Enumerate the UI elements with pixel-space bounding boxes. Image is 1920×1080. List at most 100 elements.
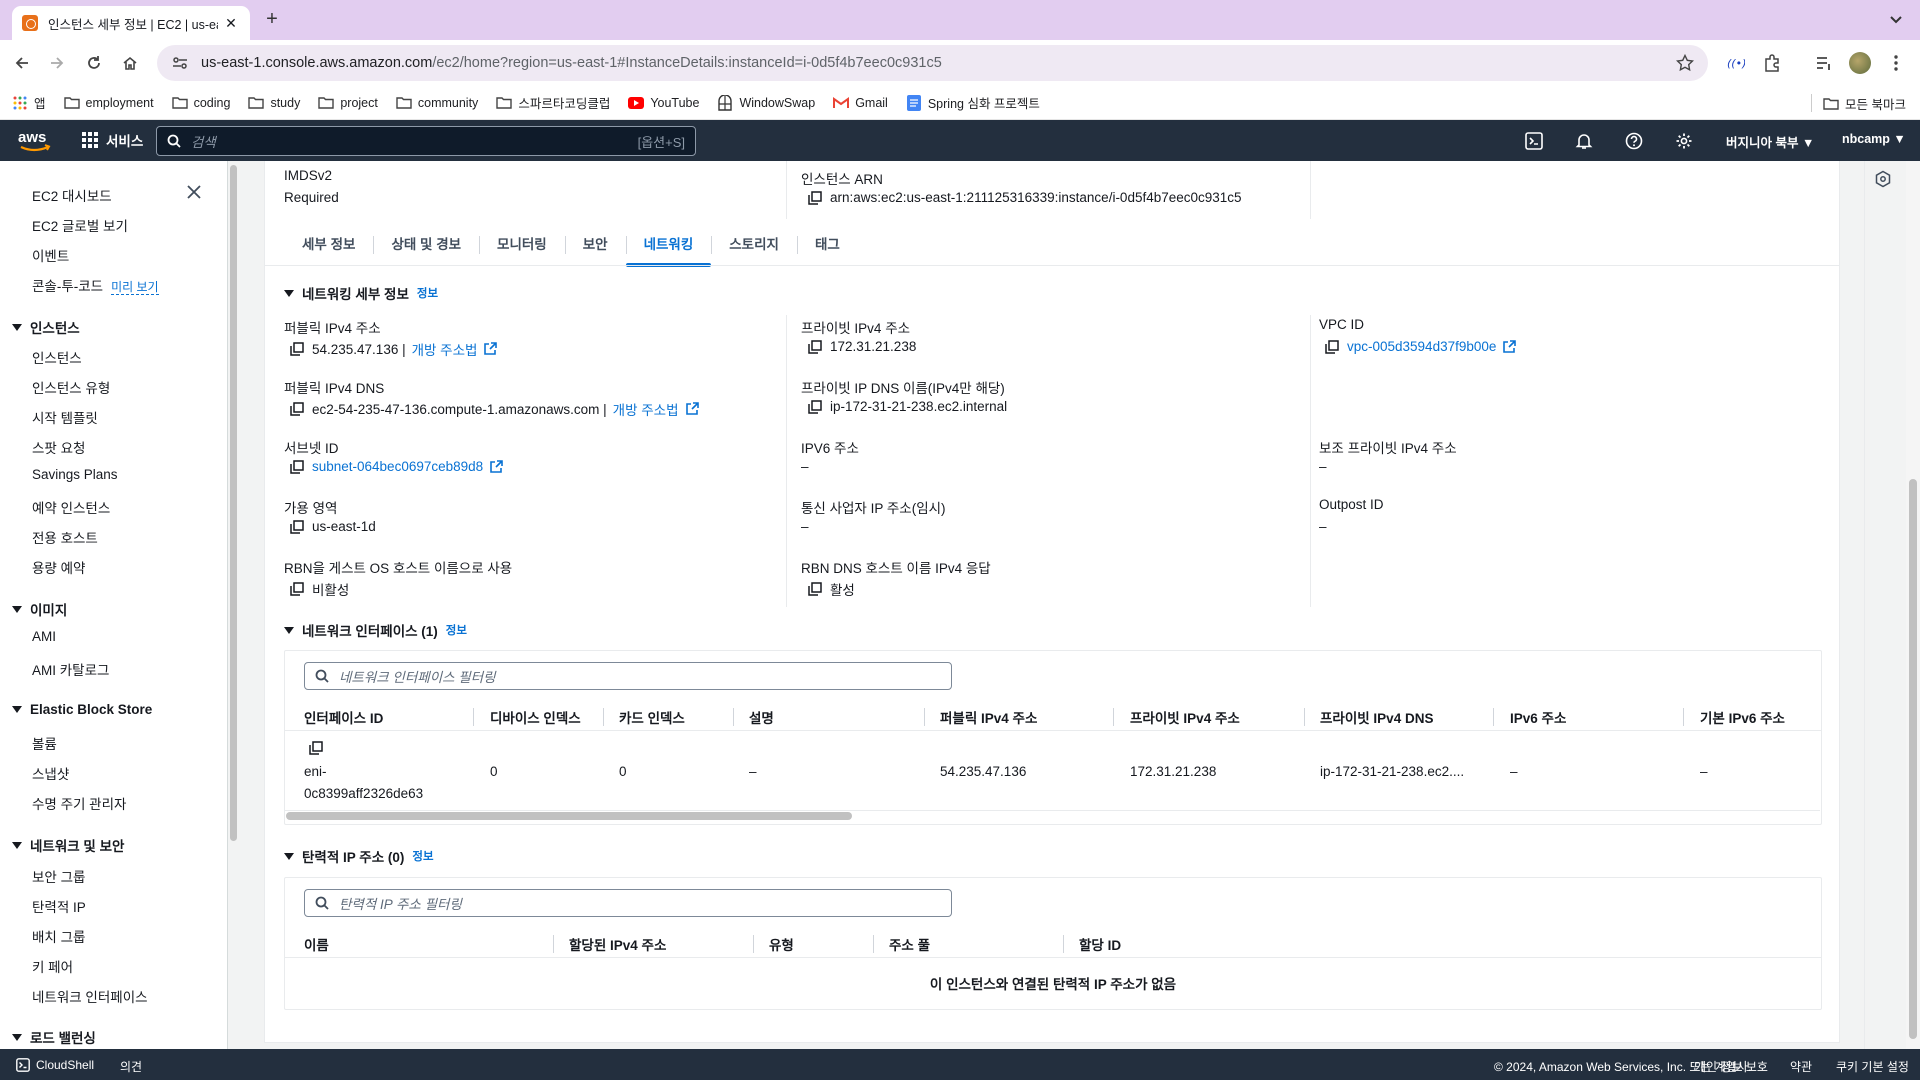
open-address-link[interactable]: 개방 주소법 xyxy=(412,339,478,359)
column-resizer[interactable] xyxy=(1113,708,1114,726)
copy-icon[interactable] xyxy=(290,459,304,474)
page-scrollbar[interactable] xyxy=(1906,161,1920,1049)
column-resizer[interactable] xyxy=(1493,708,1494,726)
browser-menu-icon[interactable] xyxy=(1884,51,1908,75)
bookmark-community[interactable]: community xyxy=(396,95,478,111)
services-button[interactable]: 서비스 xyxy=(82,130,143,150)
cloudshell-button[interactable]: CloudShell xyxy=(16,1058,94,1072)
sidebar-item-ec2-dashboard[interactable]: EC2 대시보드 xyxy=(32,185,112,205)
elastic-ips-header[interactable]: 탄력적 IP 주소 (0) 정보 xyxy=(284,846,434,866)
sidebar-item-savings-plans[interactable]: Savings Plans xyxy=(32,467,118,482)
sidebar-item-instance-types[interactable]: 인스턴스 유형 xyxy=(32,377,110,397)
column-header-description[interactable]: 설명 xyxy=(749,707,774,727)
tab-storage[interactable]: 스토리지 xyxy=(711,225,797,265)
column-header-card-index[interactable]: 카드 인덱스 xyxy=(619,707,685,727)
bookmark-employment[interactable]: employment xyxy=(63,95,154,111)
sidebar-item-spot-requests[interactable]: 스팟 요청 xyxy=(32,437,85,457)
copy-icon[interactable] xyxy=(808,399,822,414)
bookmark-star-icon[interactable] xyxy=(1676,54,1694,72)
sidebar-item-volumes[interactable]: 볼륨 xyxy=(32,733,57,753)
info-link[interactable]: 정보 xyxy=(417,285,438,301)
copy-icon[interactable] xyxy=(808,582,822,596)
tab-security[interactable]: 보안 xyxy=(564,225,626,265)
extensions-puzzle-icon[interactable] xyxy=(1760,51,1784,75)
cloudshell-icon[interactable] xyxy=(1524,131,1544,151)
tab-details[interactable]: 세부 정보 xyxy=(284,225,373,265)
bookmark-windowswap[interactable]: WindowSwap xyxy=(717,94,815,111)
terms-link[interactable]: 약관 xyxy=(1790,1058,1812,1075)
info-link[interactable]: 정보 xyxy=(412,848,433,864)
sidebar-item-ec2-global-view[interactable]: EC2 글로벌 보기 xyxy=(32,215,128,235)
sidebar-item-ami-catalog[interactable]: AMI 카탈로그 xyxy=(32,659,109,679)
column-resizer[interactable] xyxy=(733,708,734,726)
profile-avatar[interactable] xyxy=(1848,51,1872,75)
back-icon[interactable] xyxy=(10,51,34,75)
sidebar-item-security-groups[interactable]: 보안 그룹 xyxy=(32,866,85,886)
external-link-icon[interactable] xyxy=(489,459,503,474)
sidebar-item-network-interfaces[interactable]: 네트워크 인터페이스 xyxy=(32,986,148,1006)
sidebar-item-placement-groups[interactable]: 배치 그룹 xyxy=(32,926,85,946)
sidebar-item-dedicated-hosts[interactable]: 전용 호스트 xyxy=(32,527,98,547)
column-resizer[interactable] xyxy=(473,708,474,726)
column-resizer[interactable] xyxy=(873,935,874,953)
bookmark-study[interactable]: study xyxy=(248,95,300,111)
sidebar-group-ebs[interactable]: Elastic Block Store xyxy=(12,702,152,717)
network-interface-filter-input[interactable]: 네트워크 인터페이스 필터링 xyxy=(304,662,952,690)
settings-gear-icon[interactable] xyxy=(1674,131,1694,151)
column-header-allocation-id[interactable]: 할당 ID xyxy=(1079,934,1121,954)
copy-icon[interactable] xyxy=(309,741,323,755)
column-header-interface-id[interactable]: 인터페이스 ID xyxy=(304,707,383,727)
table-scrollbar-thumb[interactable] xyxy=(286,812,852,820)
tab-monitoring[interactable]: 모니터링 xyxy=(479,225,565,265)
copy-icon[interactable] xyxy=(1325,339,1339,354)
new-tab-icon[interactable]: + xyxy=(260,8,284,32)
column-resizer[interactable] xyxy=(603,708,604,726)
close-sidebar-icon[interactable] xyxy=(186,184,204,202)
copy-icon[interactable] xyxy=(808,339,822,354)
bookmark-youtube[interactable]: YouTube xyxy=(628,95,699,111)
column-header-device-index[interactable]: 디바이스 인덱스 xyxy=(490,707,581,727)
all-bookmarks[interactable]: 모든 북마크 xyxy=(1823,94,1906,113)
bookmark-sparta[interactable]: 스파르타코딩클럽 xyxy=(496,93,610,112)
external-link-icon[interactable] xyxy=(1502,339,1517,354)
column-resizer[interactable] xyxy=(924,708,925,726)
tab-search-chevron-icon[interactable] xyxy=(1884,8,1908,32)
sidebar-item-key-pairs[interactable]: 키 페어 xyxy=(32,956,73,976)
tab-close-icon[interactable]: ✕ xyxy=(222,15,240,32)
column-header-type[interactable]: 유형 xyxy=(769,934,794,954)
sidebar-item-snapshots[interactable]: 스냅샷 xyxy=(32,763,69,783)
forward-icon[interactable] xyxy=(45,51,69,75)
networking-details-header[interactable]: 네트워킹 세부 정보 정보 xyxy=(284,283,438,303)
column-resizer[interactable] xyxy=(753,935,754,953)
extension-rss-icon[interactable]: ((•)) xyxy=(1724,51,1748,75)
sidebar-item-lifecycle-manager[interactable]: 수명 주기 관리자 xyxy=(32,793,126,813)
aws-logo-icon[interactable]: aws xyxy=(18,128,52,154)
aws-search-input[interactable]: 검색 [옵션+S] xyxy=(156,126,696,156)
sidebar-item-ami[interactable]: AMI xyxy=(32,629,56,644)
external-link-icon[interactable] xyxy=(483,342,498,356)
column-resizer[interactable] xyxy=(1683,708,1684,726)
bookmark-apps[interactable]: 앱 xyxy=(12,93,46,112)
browser-tab[interactable]: 인스턴스 세부 정보 | EC2 | us-ea ✕ xyxy=(12,6,250,40)
sidebar-item-instances[interactable]: 인스턴스 xyxy=(32,347,82,367)
column-header-ipv6[interactable]: IPv6 주소 xyxy=(1510,707,1566,727)
sidebar-group-load-balancing[interactable]: 로드 밸런싱 xyxy=(12,1027,96,1047)
tab-status-alarms[interactable]: 상태 및 경보 xyxy=(373,225,479,265)
reading-list-icon[interactable] xyxy=(1812,51,1836,75)
sidebar-item-launch-templates[interactable]: 시작 템플릿 xyxy=(32,407,98,427)
column-header-private-dns[interactable]: 프라이빗 IPv4 DNS xyxy=(1320,707,1433,727)
notifications-bell-icon[interactable] xyxy=(1574,131,1594,151)
vpc-id-link[interactable]: vpc-005d3594d37f9b00e xyxy=(1347,339,1496,354)
bookmark-project[interactable]: project xyxy=(318,95,378,111)
sidebar-scrollbar[interactable] xyxy=(229,161,238,1049)
bookmark-spring[interactable]: Spring 심화 프로젝트 xyxy=(906,93,1040,112)
column-header-private-ipv4[interactable]: 프라이빗 IPv4 주소 xyxy=(1130,707,1240,727)
column-resizer[interactable] xyxy=(553,935,554,953)
interface-id-link[interactable]: eni- xyxy=(304,764,327,779)
column-resizer[interactable] xyxy=(1304,708,1305,726)
column-header-allocated-ipv4[interactable]: 할당된 IPv4 주소 xyxy=(569,934,666,954)
copy-icon[interactable] xyxy=(290,342,304,356)
help-panel-icon[interactable] xyxy=(1874,170,1894,190)
column-header-address-pool[interactable]: 주소 풀 xyxy=(889,934,930,954)
sidebar-item-console-to-code[interactable]: 콘솔-투-코드 미리 보기 xyxy=(32,275,159,295)
